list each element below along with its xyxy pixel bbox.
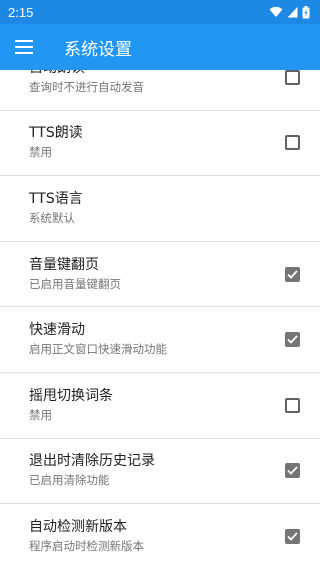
status-time: 2:15	[8, 4, 34, 20]
menu-icon	[15, 40, 33, 54]
status-bar: 2:15	[0, 0, 320, 24]
settings-item-subtitle: 启用正文窗口快速滑动功能	[29, 342, 167, 357]
settings-item-text: 摇甩切换词条 禁用	[29, 387, 113, 424]
settings-item[interactable]: TTS朗读 禁用	[0, 111, 320, 177]
settings-item[interactable]: 自动朗读 查询时不进行自动发音	[0, 70, 320, 111]
settings-checkbox[interactable]	[285, 528, 300, 544]
settings-item-title: 摇甩切换词条	[29, 387, 113, 404]
settings-item-text: 快速滑动 启用正文窗口快速滑动功能	[29, 321, 167, 358]
checkmark-icon	[287, 335, 298, 344]
settings-item-text: 音量键翻页 已启用音量键翻页	[29, 256, 121, 293]
settings-item-title: 快速滑动	[29, 322, 85, 339]
settings-item[interactable]: 音量键翻页 已启用音量键翻页	[0, 242, 320, 308]
settings-item-title: 自动检测新版本	[29, 518, 127, 535]
settings-item-title: TTS语言	[29, 190, 83, 207]
settings-item-title: 自动朗读	[29, 70, 144, 78]
settings-item-title: 音量键翻页	[29, 256, 99, 273]
checkmark-icon	[287, 466, 298, 476]
settings-checkbox[interactable]	[285, 463, 300, 479]
settings-checkbox[interactable]	[285, 70, 300, 85]
settings-item-text: TTS语言 系统默认	[29, 190, 83, 227]
settings-item-subtitle: 程序启动时检测新版本	[29, 538, 144, 553]
settings-item-text: 退出时清除历史记录 已启用清除功能	[29, 452, 155, 489]
settings-checkbox[interactable]	[285, 332, 300, 348]
settings-item[interactable]: 退出时清除历史记录 已启用清除功能	[0, 439, 320, 505]
settings-item[interactable]: 摇甩切换词条 禁用	[0, 373, 320, 439]
settings-item-subtitle: 系统默认	[29, 210, 75, 225]
settings-item[interactable]: 自动检测新版本 程序启动时检测新版本	[0, 504, 320, 568]
settings-item[interactable]: 快速滑动 启用正文窗口快速滑动功能	[0, 307, 320, 373]
page-title: 系统设置	[64, 39, 132, 60]
settings-checkbox[interactable]	[285, 135, 300, 151]
settings-item-subtitle: 已启用音量键翻页	[29, 276, 121, 291]
settings-item-subtitle: 禁用	[29, 407, 52, 422]
settings-item-text: TTS朗读 禁用	[29, 124, 83, 161]
settings-item[interactable]: TTS语言 系统默认	[0, 176, 320, 242]
settings-list[interactable]: 自动朗读 查询时不进行自动发音 TTS朗读 禁用 TTS语言 系统默认 音量键翻…	[0, 70, 320, 568]
settings-item-text: 自动朗读 查询时不进行自动发音	[29, 70, 144, 96]
status-icons	[269, 5, 310, 19]
settings-checkbox[interactable]	[285, 397, 300, 413]
app-bar: 系统设置	[0, 24, 320, 70]
settings-item-subtitle: 禁用	[29, 145, 52, 160]
settings-item-title: TTS朗读	[29, 125, 83, 142]
settings-checkbox[interactable]	[285, 266, 300, 282]
settings-item-subtitle: 查询时不进行自动发音	[29, 79, 144, 94]
menu-button[interactable]	[0, 24, 48, 70]
checkmark-icon	[287, 532, 298, 541]
wifi-icon	[269, 6, 283, 17]
signal-icon	[287, 7, 298, 18]
settings-item-title: 退出时清除历史记录	[29, 453, 155, 470]
checkmark-icon	[287, 269, 298, 279]
settings-item-text: 自动检测新版本 程序启动时检测新版本	[29, 518, 144, 555]
battery-icon	[302, 5, 310, 18]
settings-item-subtitle: 已启用清除功能	[29, 473, 110, 488]
settings-list-inner: 自动朗读 查询时不进行自动发音 TTS朗读 禁用 TTS语言 系统默认 音量键翻…	[0, 70, 320, 568]
